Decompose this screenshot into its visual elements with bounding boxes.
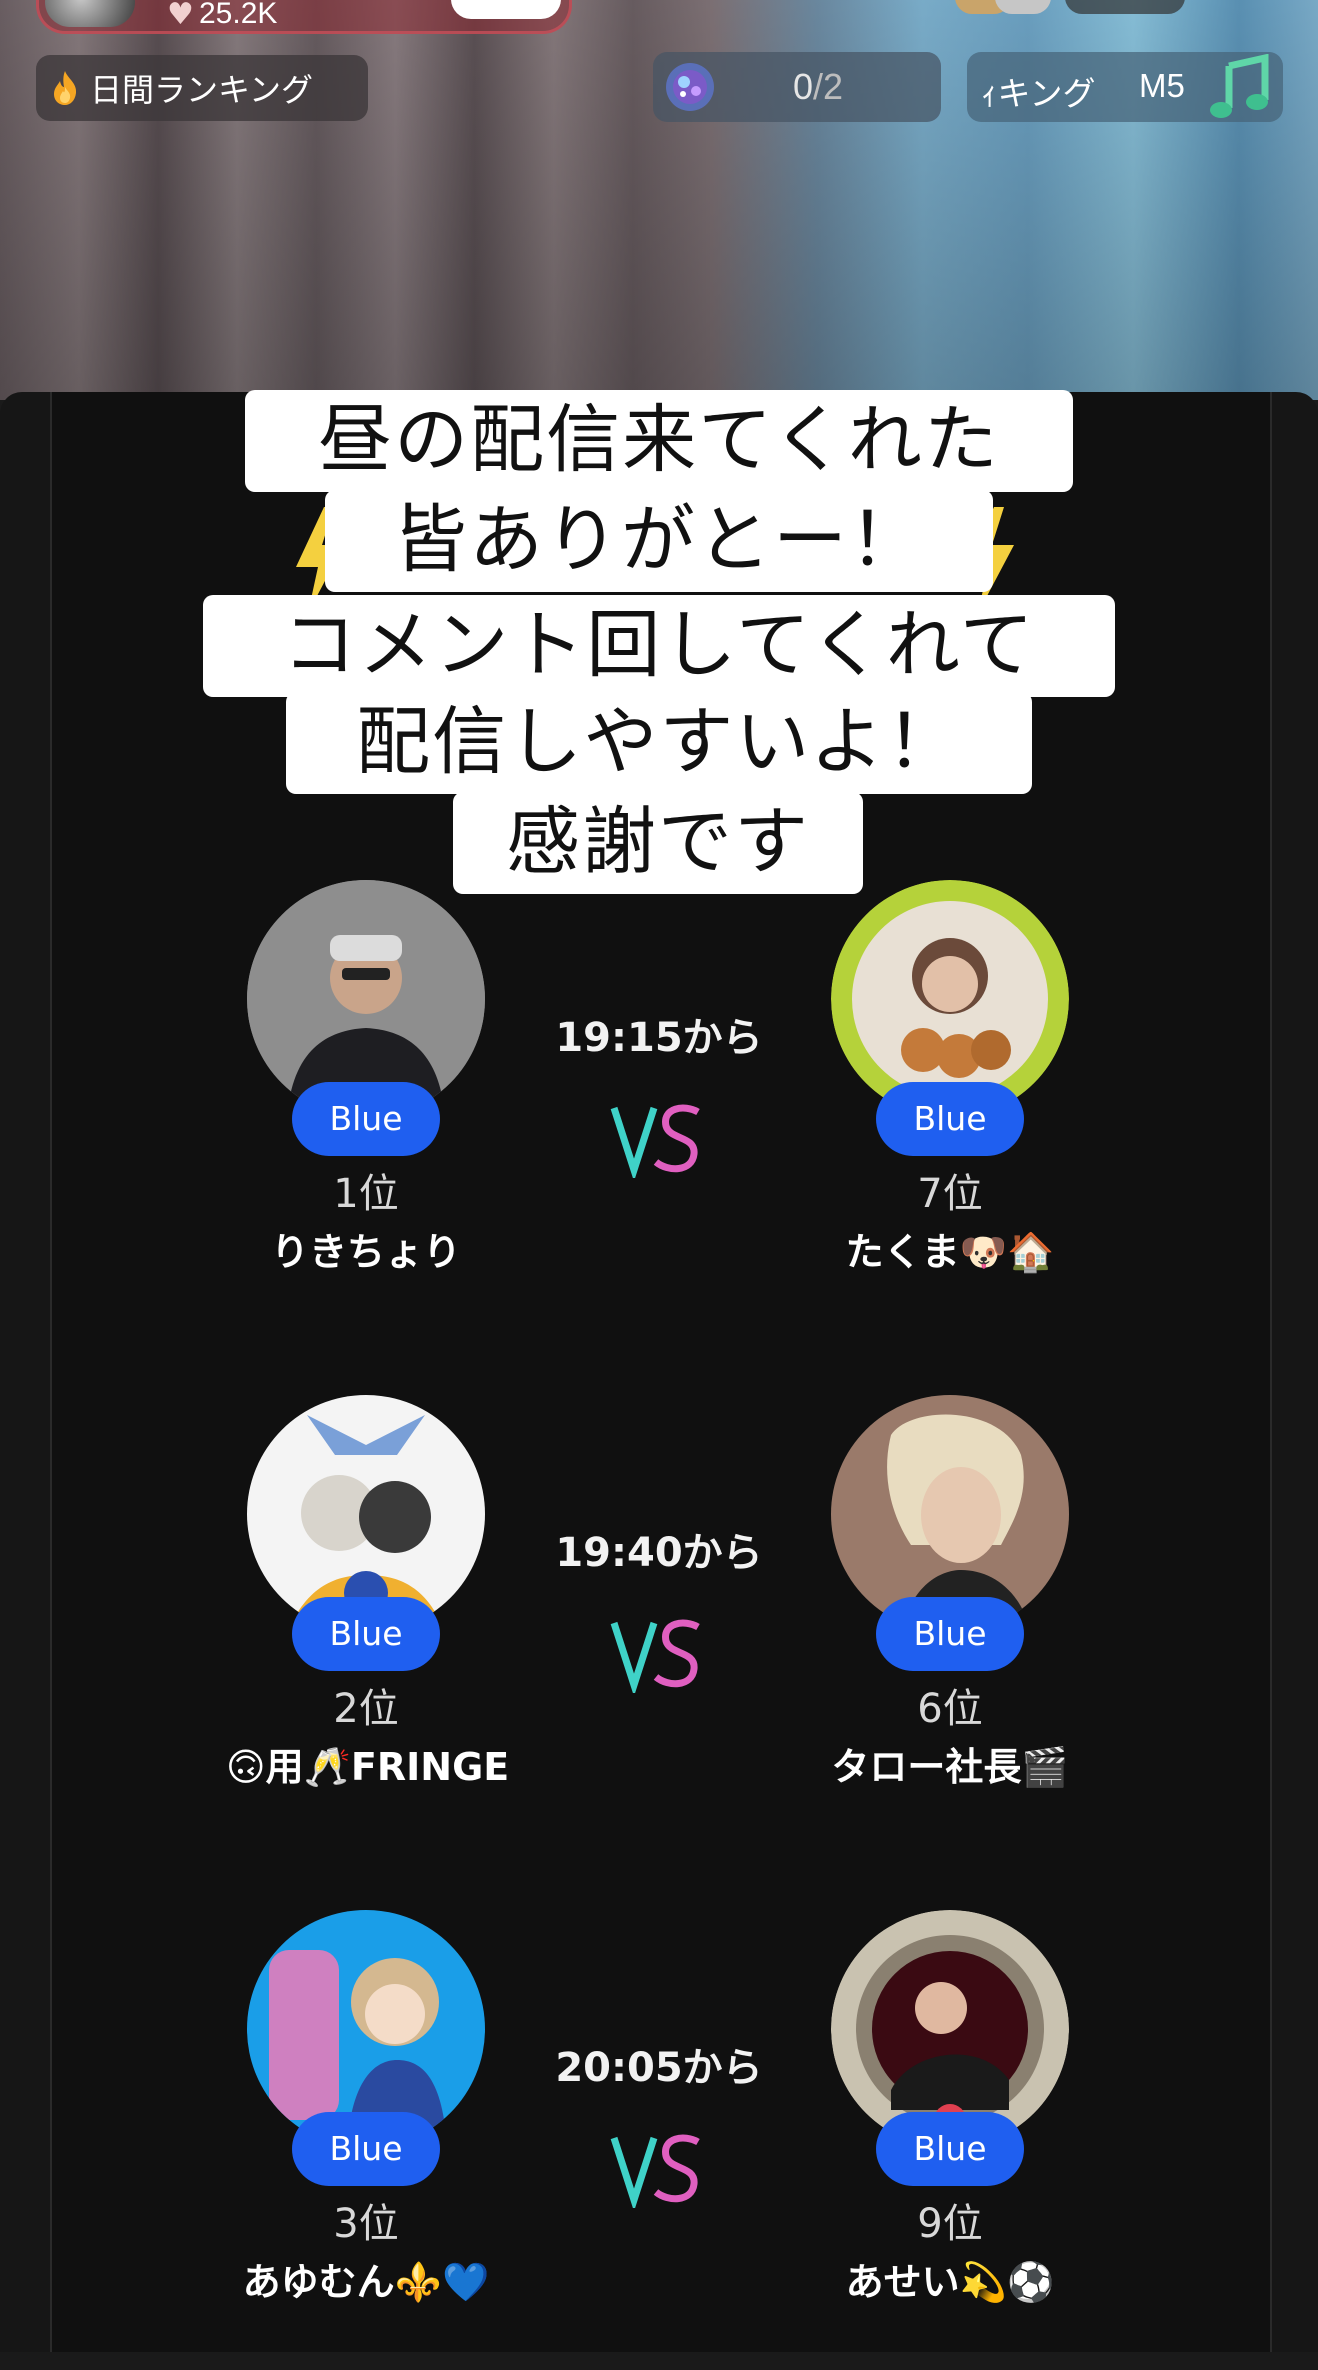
caption-line: コメント回してくれて [203,595,1115,697]
heart-icon: ♥ [167,0,194,32]
player-card[interactable]: Blue 1位 りきちょり [226,880,506,1278]
likes-count: 25.2K [199,0,278,30]
player-rank: 6位 [917,1686,983,1732]
tier-badge: Blue [876,2112,1024,2186]
ranking-label: ｨキング [981,74,1096,113]
player-card[interactable]: Blue 2位 🙃用🥂FRINGE [226,1395,510,1793]
follow-button[interactable] [451,0,561,19]
player-rank: 3位 [333,2201,399,2247]
tier-badge: Blue [876,1082,1024,1156]
daily-ranking-label: 日間ランキング [90,71,314,109]
caption-line: 配信しやすいよ！ [286,692,1032,794]
player-rank: 2位 [333,1686,399,1732]
streamer-avatar[interactable] [45,0,135,27]
match-time: 20:05から [555,2045,763,2091]
player-rank: 7位 [917,1171,983,1217]
matchup-3[interactable]: Blue 3位 あゆむん⚜️💙 20:05から Blue 9位 あせい💫⚽ [0,1910,1318,2370]
player-name: りきちょり [270,1230,461,1274]
vs-icon [610,1104,700,1178]
player-name: タロー社長🎬 [831,1745,1069,1789]
tier-badge: Blue [292,2112,440,2186]
player-rank: 1位 [333,1171,399,1217]
streamer-info-pill[interactable]: ♥ 25.2K [36,0,572,34]
caption-line: 皆ありがとー！ [325,490,993,592]
player-name: あせい💫⚽ [845,2260,1055,2304]
gem-icon [666,63,714,111]
player-card[interactable]: Blue 9位 あせい💫⚽ [810,1910,1090,2308]
ranking-level: M5 [1139,67,1185,104]
flame-icon [54,71,77,105]
matchup-2[interactable]: Blue 2位 🙃用🥂FRINGE 19:40から Blue 6位 タロー社長🎬 [0,1395,1318,1855]
viewer-avatar[interactable] [995,0,1051,14]
ranking-level-button[interactable]: ｨキング M5 [967,52,1283,122]
match-time: 19:40から [555,1530,763,1576]
viewer-count[interactable] [1065,0,1185,14]
daily-ranking-button[interactable]: 日間ランキング [36,55,368,121]
player-name: 🙃用🥂FRINGE [226,1745,510,1789]
matchup-1[interactable]: Blue 1位 りきちょり 19:15から Blue 7位 たくま🐶🏠 [0,880,1318,1340]
vs-icon [610,1619,700,1693]
gift-progress-count: 0/2 [793,66,844,107]
vs-icon [610,2134,700,2208]
caption-line: 感謝です [453,792,863,894]
player-rank: 9位 [917,2201,983,2247]
player-card[interactable]: Blue 6位 タロー社長🎬 [810,1395,1090,1793]
player-name: あゆむん⚜️💙 [242,2260,490,2304]
music-note-icon [1210,54,1269,118]
tier-badge: Blue [292,1082,440,1156]
caption-line: 昼の配信来てくれた [245,390,1073,492]
tier-badge: Blue [292,1597,440,1671]
player-card[interactable]: Blue 7位 たくま🐶🏠 [810,880,1090,1278]
gift-progress-button[interactable]: 0/2 [653,52,941,122]
tier-badge: Blue [876,1597,1024,1671]
player-card[interactable]: Blue 3位 あゆむん⚜️💙 [226,1910,506,2308]
match-time: 19:15から [555,1015,763,1061]
player-name: たくま🐶🏠 [845,1230,1055,1274]
viewer-avatars[interactable] [955,0,1185,14]
